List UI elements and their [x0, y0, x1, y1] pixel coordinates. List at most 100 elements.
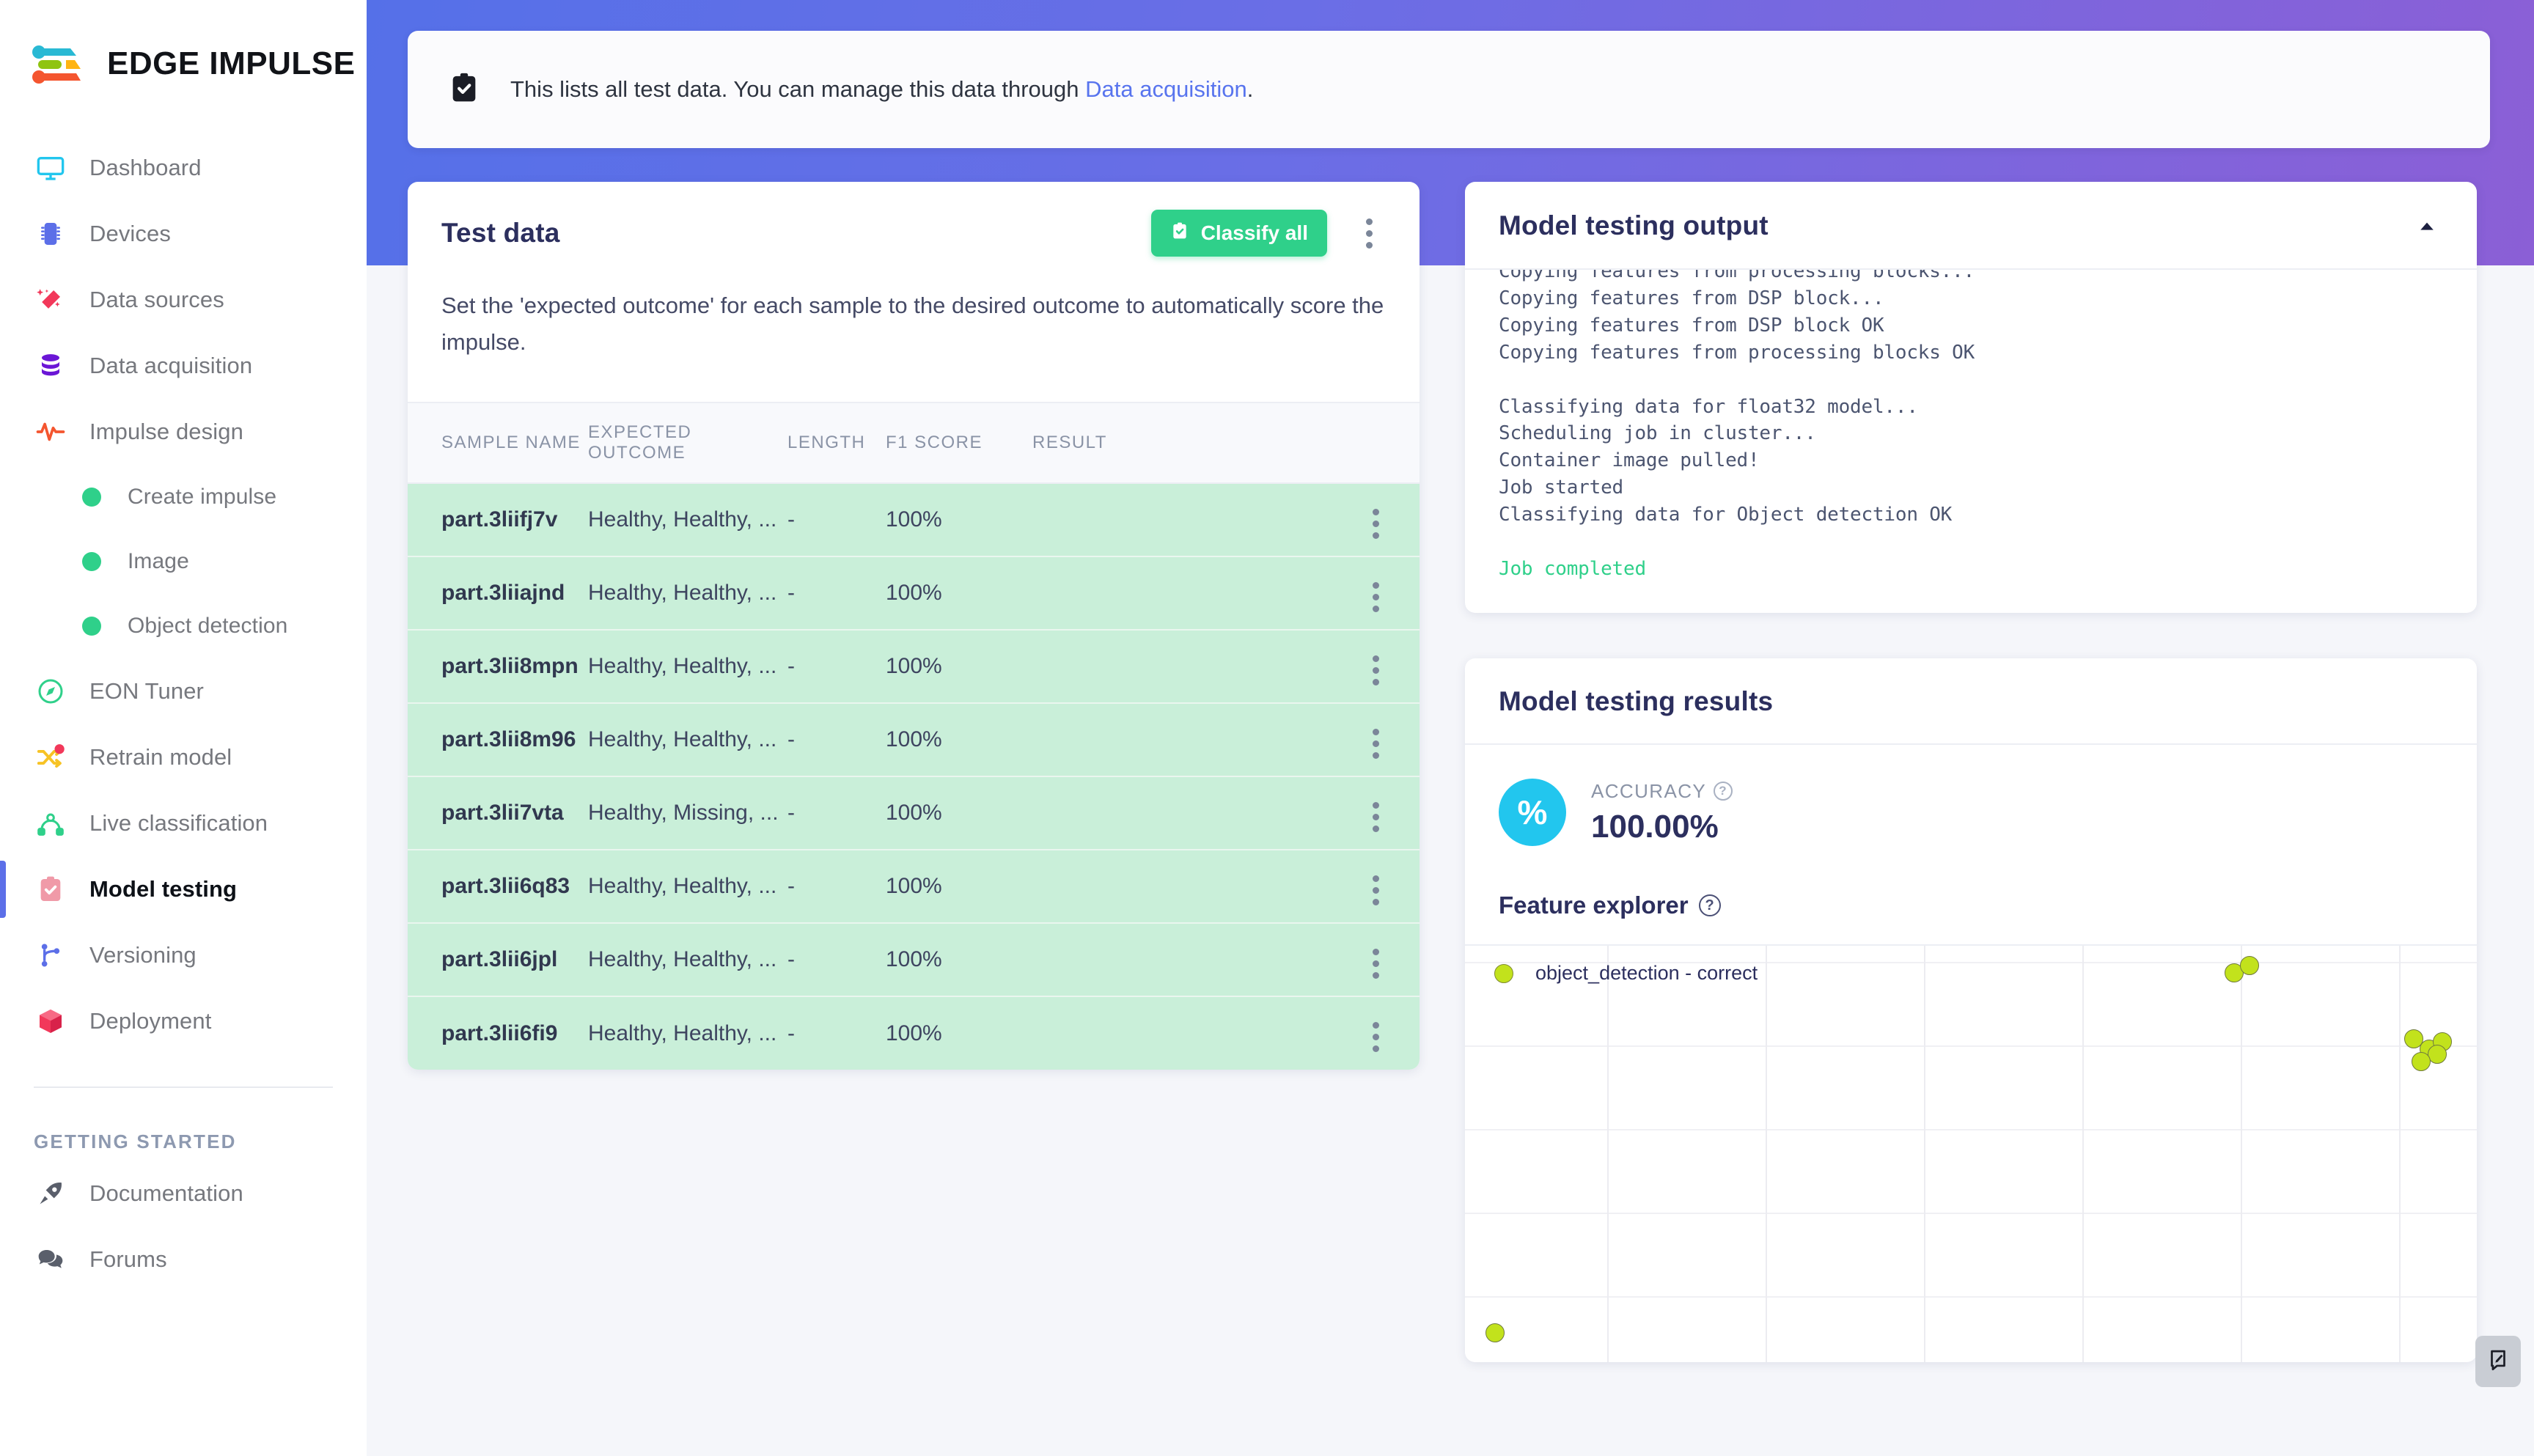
sidebar-item-label: Object detection [128, 614, 288, 638]
model-testing-console[interactable]: Copying features from processing blocks.… [1465, 268, 2477, 613]
scatter-point[interactable] [2239, 956, 2259, 976]
sidebar-item-deployment[interactable]: Deployment [0, 988, 367, 1054]
rocket-icon [34, 1177, 67, 1210]
table-row[interactable]: part.3liiajnd Healthy, Healthy, ... - 10… [408, 556, 1420, 631]
cell-length: - [787, 703, 886, 778]
edge-impulse-logo-icon [32, 41, 88, 87]
cell-f1-score: 100% [886, 850, 1032, 924]
model-testing-output-header[interactable]: Model testing output [1465, 182, 2477, 268]
sidebar-item-image[interactable]: Image [0, 529, 367, 594]
model-testing-results-title: Model testing results [1499, 686, 1774, 716]
sidebar: EDGE IMPULSE Dashboard Devices Data sour… [0, 0, 367, 1456]
page-title: Test data [441, 218, 560, 248]
column-header-f1-score[interactable]: F1 SCORE [886, 403, 1032, 485]
cell-f1-score: 100% [886, 703, 1032, 778]
feature-explorer-scatter-plot[interactable]: object_detection - correct [1465, 944, 2477, 1362]
clipboard-check-icon [34, 872, 67, 906]
accuracy-value: 100.00% [1591, 808, 1719, 845]
test-data-overflow-menu-icon[interactable] [1352, 213, 1386, 254]
help-icon[interactable]: ? [1714, 782, 1733, 801]
row-overflow-menu-icon[interactable] [1359, 869, 1392, 911]
table-row[interactable]: part.3liifj7v Healthy, Healthy, ... - 10… [408, 483, 1420, 558]
sidebar-item-data-sources[interactable]: Data sources [0, 267, 367, 333]
cell-expected-outcome: Healthy, Healthy, ... [588, 850, 787, 924]
accuracy-label-wrap: ACCURACY ? [1591, 780, 1733, 803]
sidebar-item-create-impulse[interactable]: Create impulse [0, 465, 367, 529]
sidebar-item-label: Model testing [89, 876, 238, 902]
cell-result [1032, 483, 1332, 558]
column-header-length[interactable]: LENGTH [787, 403, 886, 485]
sidebar-item-forums[interactable]: Forums [0, 1227, 367, 1293]
cell-actions [1332, 483, 1420, 558]
sidebar-item-dashboard[interactable]: Dashboard [0, 135, 367, 201]
row-overflow-menu-icon[interactable] [1359, 943, 1392, 984]
scatter-point[interactable] [1485, 1323, 1505, 1343]
table-row[interactable]: part.3lii8m96 Healthy, Healthy, ... - 10… [408, 703, 1420, 778]
row-overflow-menu-icon[interactable] [1359, 796, 1392, 837]
cell-sample-name: part.3lii6jpl [408, 923, 588, 998]
scatter-point[interactable] [2412, 1051, 2431, 1071]
sidebar-item-retrain-model[interactable]: Retrain model [0, 724, 367, 790]
chat-bubbles-icon [34, 1243, 67, 1276]
cell-length: - [787, 996, 886, 1070]
database-icon [34, 349, 67, 383]
clipboard-check-icon [1170, 221, 1189, 246]
sidebar-item-label: Forums [89, 1246, 167, 1272]
column-header-sample-name[interactable]: SAMPLE NAME [408, 403, 588, 485]
sidebar-item-data-acquisition[interactable]: Data acquisition [0, 333, 367, 399]
table-row[interactable]: part.3lii8mpn Healthy, Healthy, ... - 10… [408, 630, 1420, 705]
scatter-point[interactable] [2428, 1044, 2447, 1064]
row-overflow-menu-icon[interactable] [1359, 1017, 1392, 1058]
model-testing-results-header: Model testing results [1465, 658, 2477, 743]
sidebar-item-documentation[interactable]: Documentation [0, 1161, 367, 1227]
column-header-result[interactable]: RESULT [1032, 403, 1332, 485]
graph-nodes-icon [34, 806, 67, 840]
sidebar-item-model-testing[interactable]: Model testing [0, 856, 367, 922]
legend-swatch [1494, 963, 1513, 983]
table-row[interactable]: part.3lii6q83 Healthy, Healthy, ... - 10… [408, 850, 1420, 924]
accuracy-metric: % ACCURACY ? 100.00% [1499, 779, 2443, 846]
shuffle-icon [34, 740, 67, 774]
sidebar-item-label: Dashboard [89, 155, 202, 180]
console-log-done: Job completed [1499, 557, 1646, 580]
sidebar-item-impulse-design[interactable]: Impulse design [0, 399, 367, 465]
sidebar-item-eon-tuner[interactable]: EON Tuner [0, 658, 367, 724]
chevron-up-icon[interactable] [2411, 210, 2443, 242]
row-overflow-menu-icon[interactable] [1359, 723, 1392, 764]
feature-explorer-title-wrap: Feature explorer ? [1499, 891, 2443, 919]
table-row[interactable]: part.3lii6fi9 Healthy, Healthy, ... - 10… [408, 996, 1420, 1070]
sidebar-item-live-classification[interactable]: Live classification [0, 790, 367, 856]
row-overflow-menu-icon[interactable] [1359, 503, 1392, 544]
sidebar-item-label: Data sources [89, 287, 224, 312]
brand-logo[interactable]: EDGE IMPULSE [0, 0, 367, 87]
model-testing-results-body: % ACCURACY ? 100.00% Feature explorer ? … [1465, 743, 2477, 1362]
info-banner: This lists all test data. You can manage… [408, 31, 2490, 148]
compass-icon [34, 674, 67, 708]
sidebar-item-label: Documentation [89, 1180, 243, 1206]
sidebar-item-label: Deployment [89, 1008, 212, 1034]
chat-widget-button[interactable] [2475, 1336, 2521, 1387]
table-row[interactable]: part.3lii7vta Healthy, Missing, ... - 10… [408, 776, 1420, 851]
data-acquisition-link[interactable]: Data acquisition [1085, 76, 1247, 102]
row-overflow-menu-icon[interactable] [1359, 576, 1392, 617]
column-header-expected-outcome[interactable]: EXPECTED OUTCOME [588, 403, 787, 485]
row-overflow-menu-icon[interactable] [1359, 650, 1392, 691]
sidebar-item-devices[interactable]: Devices [0, 201, 367, 267]
sidebar-item-object-detection[interactable]: Object detection [0, 594, 367, 658]
cell-expected-outcome: Healthy, Healthy, ... [588, 996, 787, 1070]
help-icon[interactable]: ? [1698, 894, 1721, 916]
status-dot-icon [82, 552, 101, 571]
cell-expected-outcome: Healthy, Healthy, ... [588, 923, 787, 998]
cell-length: - [787, 923, 886, 998]
model-testing-results-card: Model testing results % ACCURACY ? 100.0… [1465, 658, 2477, 1362]
cell-result [1032, 556, 1332, 631]
cell-expected-outcome: Healthy, Healthy, ... [588, 556, 787, 631]
test-data-help-text: Set the 'expected outcome' for each samp… [408, 283, 1420, 404]
cell-result [1032, 996, 1332, 1070]
cube-icon [34, 1004, 67, 1038]
table-row[interactable]: part.3lii6jpl Healthy, Healthy, ... - 10… [408, 923, 1420, 998]
classify-all-button[interactable]: Classify all [1150, 210, 1327, 257]
cell-sample-name: part.3liiajnd [408, 556, 588, 631]
sidebar-item-versioning[interactable]: Versioning [0, 922, 367, 988]
column-header-actions [1332, 403, 1420, 485]
